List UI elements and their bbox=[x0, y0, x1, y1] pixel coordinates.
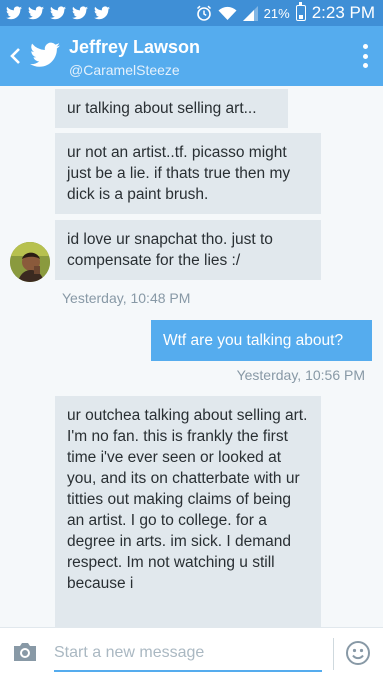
twitter-icon bbox=[72, 6, 88, 20]
contact-name[interactable]: Jeffrey Lawson bbox=[69, 37, 200, 58]
incoming-message[interactable]: ur talking about selling art... bbox=[55, 89, 288, 128]
twitter-icon bbox=[6, 6, 22, 20]
status-bar: 21% 2:23 PM bbox=[0, 0, 383, 26]
camera-icon[interactable] bbox=[12, 641, 38, 663]
message-composer bbox=[0, 627, 383, 680]
message-input[interactable] bbox=[54, 636, 322, 670]
conversation-header: Jeffrey Lawson @CaramelSteeze bbox=[0, 26, 383, 86]
twitter-logo-icon[interactable] bbox=[30, 42, 60, 68]
emoji-icon[interactable] bbox=[345, 640, 371, 666]
chevron-left-icon bbox=[10, 48, 20, 64]
message-list[interactable]: ur talking about selling art... ur not a… bbox=[0, 86, 383, 627]
signal-icon bbox=[242, 5, 258, 21]
message-timestamp: Yesterday, 10:56 PM bbox=[236, 367, 365, 383]
dot-icon bbox=[362, 53, 368, 59]
twitter-icon bbox=[28, 6, 44, 20]
alarm-icon bbox=[196, 5, 211, 21]
incoming-message[interactable]: ur not an artist..tf. picasso might just… bbox=[55, 133, 321, 214]
dot-icon bbox=[362, 44, 368, 49]
divider bbox=[333, 638, 334, 670]
system-status: 21% 2:23 PM bbox=[196, 0, 375, 26]
clock: 2:23 PM bbox=[311, 3, 375, 22]
battery-icon bbox=[295, 2, 306, 21]
overflow-menu-button[interactable] bbox=[357, 42, 373, 70]
twitter-icon bbox=[94, 6, 110, 20]
avatar-photo bbox=[10, 242, 50, 282]
contact-handle: @CaramelSteeze bbox=[69, 62, 180, 78]
outgoing-message[interactable]: Wtf are you talking about? bbox=[151, 320, 372, 361]
message-input-wrapper bbox=[54, 636, 322, 672]
message-timestamp: Yesterday, 10:48 PM bbox=[62, 290, 191, 306]
dot-icon bbox=[362, 63, 368, 68]
notification-icons bbox=[0, 6, 110, 20]
incoming-message[interactable]: id love ur snapchat tho. just to compens… bbox=[55, 220, 321, 280]
wifi-icon bbox=[218, 6, 237, 20]
back-button[interactable] bbox=[4, 40, 26, 72]
incoming-message[interactable]: ur outchea talking about selling art. I'… bbox=[55, 396, 321, 627]
twitter-icon bbox=[50, 6, 66, 20]
battery-percent: 21% bbox=[263, 5, 290, 21]
sender-avatar[interactable] bbox=[10, 242, 50, 282]
